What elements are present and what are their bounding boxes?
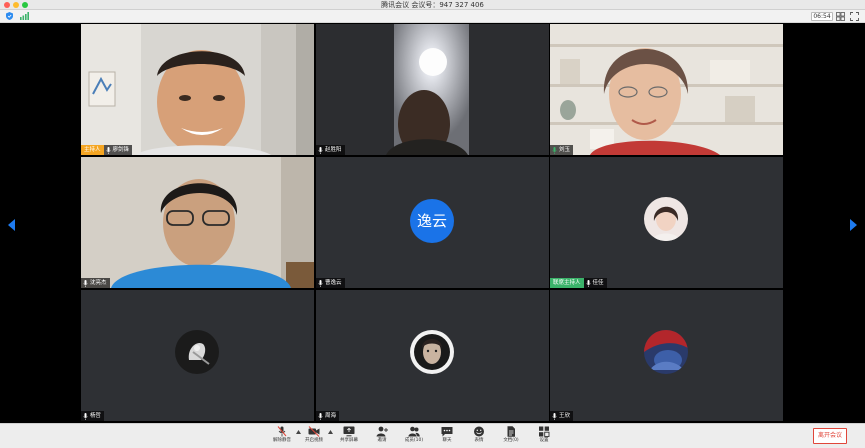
- participant-video: [316, 24, 549, 155]
- participant-video: [81, 157, 314, 288]
- participant-nameplate: 王欣: [550, 411, 574, 421]
- previous-page-arrow-icon[interactable]: [8, 219, 16, 231]
- invite-icon: [376, 426, 388, 437]
- window-titlebar: 腾讯会议 会议号：947 327 406: [0, 0, 865, 10]
- members-icon: [408, 426, 420, 437]
- microphone-icon: [318, 146, 323, 154]
- participant-name: 周海: [325, 413, 337, 419]
- microphone-icon: [552, 146, 557, 154]
- fullscreen-icon[interactable]: [850, 12, 859, 21]
- chat-icon: [441, 427, 453, 437]
- document-button[interactable]: 文档(0): [494, 426, 528, 447]
- participant-nameplate: 周海: [316, 411, 340, 421]
- settings-icon: [539, 426, 550, 437]
- security-shield-icon[interactable]: [6, 12, 13, 20]
- document-label: 文档(0): [503, 438, 519, 443]
- settings-button[interactable]: 设置: [527, 426, 561, 447]
- participant-name-box: 周海: [316, 411, 340, 421]
- participant-name-box: 廖剑锋: [103, 145, 133, 155]
- participant-name-box: 杨哲: [81, 411, 105, 421]
- participant-avatar: 逸云: [410, 199, 454, 243]
- participant-tile[interactable]: 刘玉: [550, 24, 783, 155]
- participant-name-box: 佳佳: [583, 278, 607, 288]
- microphone-icon: [83, 412, 88, 420]
- microphone-icon: [552, 412, 557, 420]
- participant-avatar: [175, 330, 219, 374]
- participant-name: 曹逸云: [325, 280, 342, 286]
- invite-button[interactable]: 邀请: [365, 426, 399, 447]
- participant-name-box: 曹逸云: [316, 278, 345, 288]
- participant-avatar: [644, 330, 688, 374]
- gallery-view-icon[interactable]: [836, 12, 845, 21]
- participant-name: 沈亮杰: [90, 280, 107, 286]
- unmute-button[interactable]: 解除静音: [265, 426, 299, 447]
- window-title: 腾讯会议 会议号：947 327 406: [381, 1, 484, 9]
- chat-button[interactable]: 聊天: [430, 426, 464, 447]
- emoji-label: 表情: [474, 438, 484, 443]
- microphone-icon: [318, 412, 323, 420]
- participant-avatar: [410, 330, 454, 374]
- microphone-icon: [105, 146, 111, 154]
- participant-tile[interactable]: 逸云 曹逸云: [316, 157, 549, 288]
- participant-nameplate: 主持人 廖剑锋: [81, 145, 133, 155]
- participant-tile[interactable]: 周海: [316, 290, 549, 421]
- meeting-duration: 06:54: [811, 12, 833, 21]
- emoji-button[interactable]: 表情: [462, 426, 496, 447]
- participant-nameplate: 曹逸云: [316, 278, 345, 288]
- video-off-icon: [308, 426, 320, 437]
- participant-name-box: 王欣: [550, 411, 574, 421]
- participant-name: 赵胜阳: [325, 147, 342, 153]
- microphone-icon: [83, 279, 88, 287]
- unmute-label: 解除静音: [273, 438, 291, 443]
- share-screen-icon: [343, 426, 355, 437]
- participant-tile[interactable]: 赵胜阳: [316, 24, 549, 155]
- participant-nameplate: 赵胜阳: [316, 145, 345, 155]
- settings-label: 设置: [539, 438, 549, 443]
- participant-name: 杨哲: [90, 413, 102, 419]
- participant-nameplate: 联席主持人 佳佳: [550, 278, 607, 288]
- chat-label: 聊天: [442, 438, 452, 443]
- participant-nameplate: 杨哲: [81, 411, 105, 421]
- start-video-button[interactable]: 开启视频: [297, 426, 331, 447]
- next-page-arrow-icon[interactable]: [849, 219, 857, 231]
- video-gallery: 主持人 廖剑锋 赵胜阳 刘玉 沈亮杰 逸云 曹逸云 联席主持人 佳佳 杨哲 周海…: [0, 23, 865, 423]
- participant-name-box: 赵胜阳: [316, 145, 345, 155]
- participant-tile[interactable]: 杨哲: [81, 290, 314, 421]
- participant-name-box: 沈亮杰: [81, 278, 110, 288]
- members-button[interactable]: 成员(10): [397, 426, 431, 447]
- participant-tile[interactable]: 主持人 廖剑锋: [81, 24, 314, 155]
- participant-tile[interactable]: 王欣: [550, 290, 783, 421]
- invite-label: 邀请: [377, 438, 387, 443]
- participant-nameplate: 刘玉: [550, 145, 574, 155]
- participant-video: [81, 24, 314, 155]
- share-screen-button[interactable]: 共享屏幕: [332, 426, 366, 447]
- participant-nameplate: 沈亮杰: [81, 278, 110, 288]
- leave-meeting-button[interactable]: 离开会议: [813, 428, 847, 444]
- emoji-icon: [474, 426, 484, 437]
- participant-name: 刘玉: [559, 147, 571, 153]
- participant-name: 廖剑锋: [112, 147, 130, 153]
- host-role-badge: 主持人: [81, 145, 104, 155]
- document-icon: [507, 426, 515, 437]
- members-label: 成员(10): [404, 438, 424, 443]
- participant-name: 佳佳: [592, 280, 604, 286]
- participant-tile[interactable]: 联席主持人 佳佳: [550, 157, 783, 288]
- participant-video: [550, 24, 783, 155]
- microphone-icon: [585, 279, 591, 287]
- signal-strength-icon[interactable]: [20, 12, 29, 20]
- cohost-role-badge: 联席主持人: [550, 278, 584, 288]
- mic-muted-icon: [277, 426, 287, 437]
- start-video-label: 开启视频: [305, 438, 323, 443]
- microphone-icon: [318, 279, 323, 287]
- participant-avatar: [644, 197, 688, 241]
- share-screen-label: 共享屏幕: [340, 438, 358, 443]
- meeting-status-bar: 06:54: [0, 10, 865, 23]
- participant-name-box: 刘玉: [550, 145, 574, 155]
- participant-tile[interactable]: 沈亮杰: [81, 157, 314, 288]
- participant-name: 王欣: [559, 413, 571, 419]
- meeting-toolbar: 解除静音 开启视频 共享屏幕 邀请 成员(10) 聊天 表情 文档(0) 设置 …: [0, 423, 865, 448]
